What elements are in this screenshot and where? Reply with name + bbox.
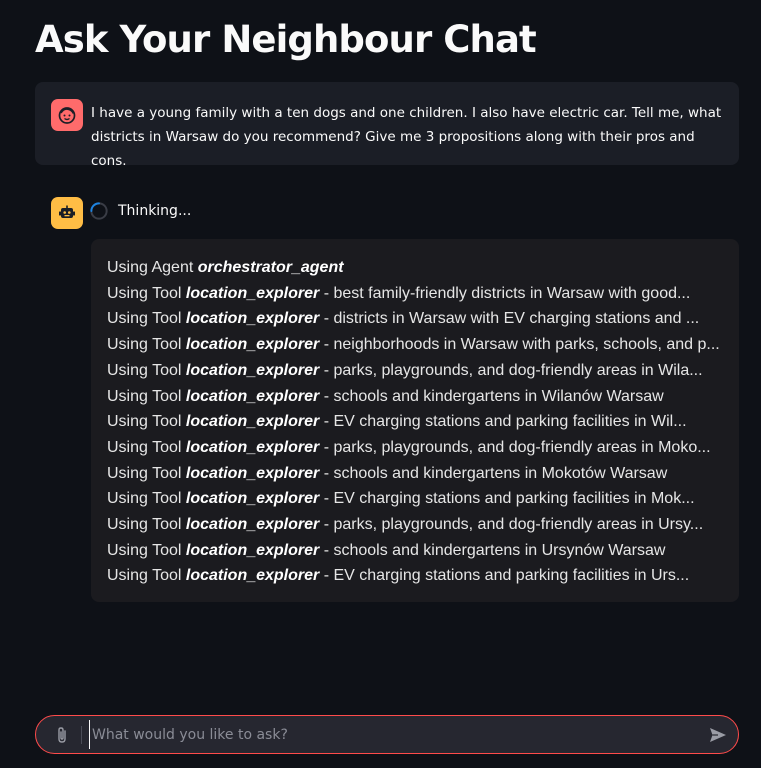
log-line-name: orchestrator_agent bbox=[197, 259, 344, 276]
log-line-name: location_explorer bbox=[185, 361, 320, 379]
user-avatar bbox=[51, 99, 83, 131]
log-line-prefix: Using Tool bbox=[107, 567, 182, 585]
log-line-name: location_explorer bbox=[185, 336, 320, 354]
log-line-name: location_explorer bbox=[185, 413, 320, 431]
log-line-prefix: Using Tool bbox=[107, 413, 182, 431]
send-icon[interactable] bbox=[708, 725, 728, 745]
spinner-icon bbox=[90, 202, 108, 220]
log-line-prefix: Using Tool bbox=[107, 541, 182, 559]
assistant-avatar bbox=[51, 197, 83, 229]
log-line: Using Tool location_explorer - schools a… bbox=[107, 538, 723, 564]
log-line-name: location_explorer bbox=[185, 490, 320, 508]
log-line-prefix: Using Tool bbox=[107, 361, 182, 379]
log-line: Using Tool location_explorer - parks, pl… bbox=[107, 435, 723, 461]
log-line-detail: - schools and kindergartens in Mokotów W… bbox=[319, 464, 668, 482]
log-line-detail: - parks, playgrounds, and dog-friendly a… bbox=[319, 438, 711, 456]
log-line: Using Tool location_explorer - schools a… bbox=[107, 384, 723, 410]
log-line-detail: - EV charging stations and parking facil… bbox=[319, 413, 687, 431]
log-line-name: location_explorer bbox=[185, 310, 320, 328]
log-line-detail: - schools and kindergartens in Wilanów W… bbox=[319, 387, 664, 405]
log-line-detail: - parks, playgrounds, and dog-friendly a… bbox=[319, 361, 703, 379]
log-line-name: location_explorer bbox=[185, 567, 320, 585]
user-message-text: I have a young family with a ten dogs an… bbox=[91, 105, 722, 169]
log-line-prefix: Using Tool bbox=[107, 438, 182, 456]
log-line-detail: - best family-friendly districts in Wars… bbox=[319, 284, 691, 302]
log-line-name: location_explorer bbox=[185, 541, 320, 559]
paperclip-icon[interactable] bbox=[54, 726, 70, 744]
agent-log: Using Agent orchestrator_agent Using Tool… bbox=[91, 239, 739, 602]
robot-icon bbox=[59, 205, 75, 218]
chat-page: Ask Your Neighbour Chat I have a young f… bbox=[0, 0, 761, 768]
status-row: Thinking... bbox=[90, 199, 191, 223]
log-line-name: location_explorer bbox=[185, 516, 320, 534]
log-line-prefix: Using Agent bbox=[107, 259, 194, 276]
log-line: Using Tool location_explorer - EV chargi… bbox=[107, 486, 723, 512]
log-line: Using Tool location_explorer - best fami… bbox=[107, 281, 723, 307]
log-line: Using Tool location_explorer - neighborh… bbox=[107, 332, 723, 358]
log-line-name: location_explorer bbox=[185, 387, 320, 405]
log-line: Using Tool location_explorer - parks, pl… bbox=[107, 512, 723, 538]
log-line-detail: - neighborhoods in Warsaw with parks, sc… bbox=[319, 336, 720, 354]
log-line-name: location_explorer bbox=[185, 438, 320, 456]
log-line: Using Agent orchestrator_agent bbox=[107, 255, 723, 281]
log-line: Using Tool location_explorer - parks, pl… bbox=[107, 358, 723, 384]
status-text: Thinking... bbox=[118, 203, 192, 219]
log-line: Using Tool location_explorer - EV chargi… bbox=[107, 409, 723, 435]
log-line-prefix: Using Tool bbox=[107, 490, 182, 508]
user-face-icon bbox=[58, 107, 76, 124]
log-line: Using Tool location_explorer - EV chargi… bbox=[107, 563, 723, 589]
input-divider bbox=[81, 726, 82, 744]
log-line-detail: - districts in Warsaw with EV charging s… bbox=[319, 310, 700, 328]
log-line-detail: - EV charging stations and parking facil… bbox=[319, 567, 690, 585]
log-line-prefix: Using Tool bbox=[107, 387, 182, 405]
log-line: Using Tool location_explorer - schools a… bbox=[107, 461, 723, 487]
log-line-name: location_explorer bbox=[185, 284, 320, 302]
log-line-prefix: Using Tool bbox=[107, 516, 182, 534]
page-title: Ask Your Neighbour Chat bbox=[35, 18, 537, 61]
log-line-prefix: Using Tool bbox=[107, 336, 182, 354]
chat-input-bar bbox=[35, 715, 739, 754]
log-line-prefix: Using Tool bbox=[107, 310, 182, 328]
log-line-name: location_explorer bbox=[185, 464, 320, 482]
chat-input[interactable] bbox=[89, 720, 692, 749]
log-line: Using Tool location_explorer - districts… bbox=[107, 306, 723, 332]
log-line-detail: - schools and kindergartens in Ursynów W… bbox=[319, 541, 666, 559]
log-line-detail: - parks, playgrounds, and dog-friendly a… bbox=[319, 516, 704, 534]
log-line-prefix: Using Tool bbox=[107, 464, 182, 482]
log-line-prefix: Using Tool bbox=[107, 284, 182, 302]
user-message: I have a young family with a ten dogs an… bbox=[35, 82, 739, 169]
log-line-detail: - EV charging stations and parking facil… bbox=[319, 490, 695, 508]
